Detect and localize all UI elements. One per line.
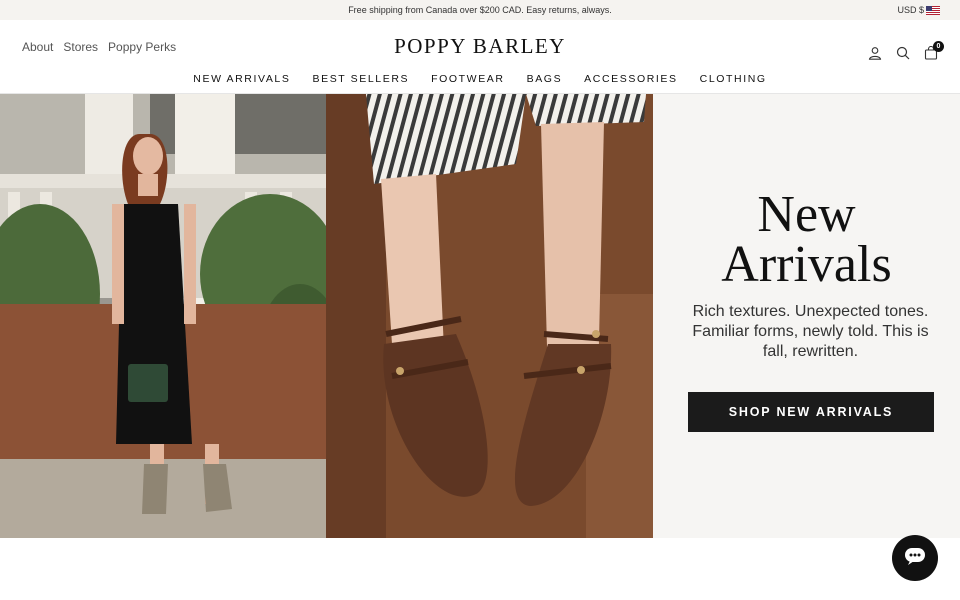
main-nav: NEW ARRIVALS BEST SELLERS FOOTWEAR BAGS … [0, 73, 960, 85]
nav-accessories[interactable]: ACCESSORIES [584, 73, 677, 85]
hero-title: New Arrivals [721, 186, 892, 293]
header-icons: 0 [868, 41, 944, 60]
hero-section: New Arrivals Rich textures. Unexpected t… [0, 94, 960, 538]
shop-new-arrivals-button[interactable]: SHOP NEW ARRIVALS [688, 392, 934, 432]
chat-icon [904, 546, 926, 571]
currency-selector[interactable]: USD $ [897, 0, 940, 20]
poppy-perks-link[interactable]: Poppy Perks [108, 40, 176, 54]
announcement-text: Free shipping from Canada over $200 CAD.… [348, 5, 612, 15]
site-header: About Stores Poppy Perks POPPY BARLEY 0 [0, 20, 960, 94]
nav-new-arrivals[interactable]: NEW ARRIVALS [193, 73, 290, 85]
about-link[interactable]: About [22, 40, 53, 54]
announcement-bar: Free shipping from Canada over $200 CAD.… [0, 0, 960, 20]
stores-link[interactable]: Stores [63, 40, 98, 54]
utility-links: About Stores Poppy Perks [22, 40, 176, 54]
hero-image-shoes[interactable] [326, 94, 653, 538]
us-flag-icon [926, 5, 940, 15]
cart-count-badge: 0 [933, 41, 944, 52]
cart-icon[interactable]: 0 [924, 41, 944, 60]
nav-bags[interactable]: BAGS [527, 73, 563, 85]
hero-image-model[interactable] [0, 94, 326, 538]
brand-logo[interactable]: POPPY BARLEY [394, 34, 566, 58]
hero-subtitle: Rich textures. Unexpected tones. Familia… [692, 303, 929, 360]
account-icon[interactable] [868, 46, 882, 60]
nav-clothing[interactable]: CLOTHING [700, 73, 767, 85]
nav-best-sellers[interactable]: BEST SELLERS [312, 73, 409, 85]
chat-button[interactable] [892, 535, 938, 581]
currency-label: USD $ [897, 5, 924, 15]
search-icon[interactable] [896, 46, 910, 60]
nav-footwear[interactable]: FOOTWEAR [431, 73, 504, 85]
hero-text-panel: New Arrivals Rich textures. Unexpected t… [653, 94, 960, 538]
